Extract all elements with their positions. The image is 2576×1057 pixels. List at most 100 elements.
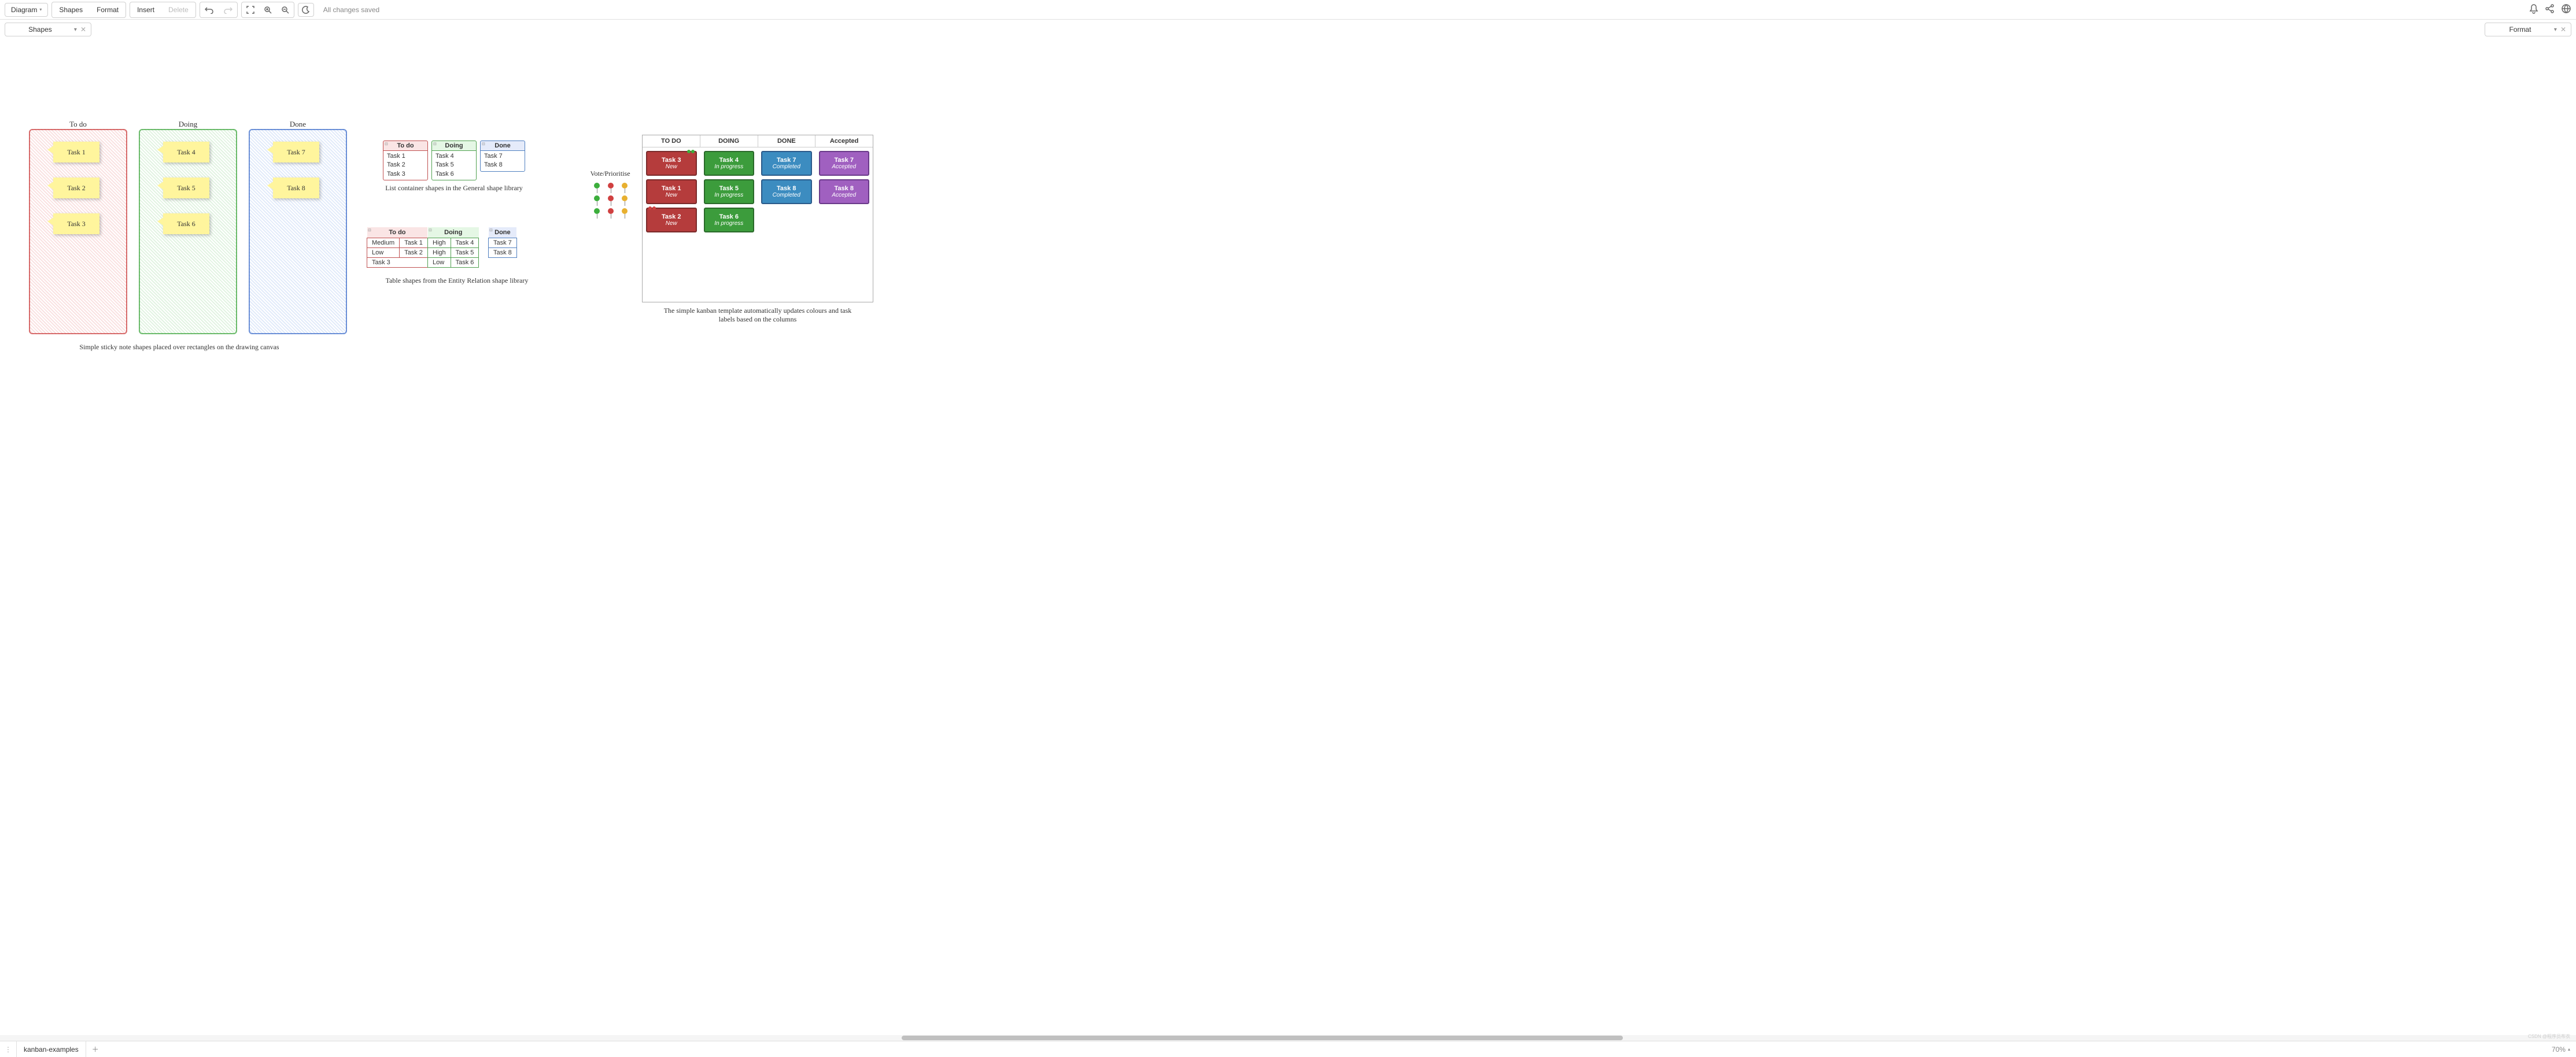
table-cell[interactable]: Task 2 (400, 248, 428, 258)
close-icon[interactable]: ✕ (2560, 25, 2566, 34)
delete-button[interactable]: Delete (163, 3, 194, 16)
sticky-column[interactable]: DoingTask 4Task 5Task 6 (139, 129, 237, 334)
table-cell[interactable]: Task 1 (400, 238, 428, 248)
card-status: Accepted (822, 192, 866, 198)
zoom-out-button[interactable] (278, 3, 293, 16)
dark-mode-button[interactable] (298, 3, 314, 17)
list-item[interactable]: Task 1 (387, 152, 424, 161)
insert-button[interactable]: Insert (131, 3, 160, 16)
zoom-in-button[interactable] (260, 3, 275, 16)
kanban-column[interactable]: Task 7AcceptedTask 8Accepted (815, 147, 873, 300)
scrollbar-thumb[interactable] (902, 1036, 1623, 1040)
format-button[interactable]: Format (91, 3, 124, 16)
pushpin-icon[interactable] (607, 208, 615, 219)
kanban-card[interactable]: Task 7Accepted (819, 151, 870, 176)
table-container[interactable]: ⊟DoneTask 7Task 8 (488, 227, 517, 258)
pushpin-icon[interactable] (621, 183, 629, 193)
table-cell[interactable]: High (428, 248, 451, 258)
sticky-note[interactable]: Task 1 (53, 142, 99, 162)
kanban-card[interactable]: Task 5In progress (704, 179, 755, 204)
zoom-indicator[interactable]: 70% ▴ (2546, 1045, 2576, 1054)
secondary-bar: Shapes ▾ ✕ Format ▾ ✕ (0, 20, 2576, 39)
kanban-card[interactable]: Task 6In progress (704, 208, 755, 232)
close-icon[interactable]: ✕ (80, 25, 86, 34)
list-item[interactable]: Task 2 (387, 161, 424, 169)
table-cell[interactable]: Medium (367, 238, 400, 248)
sticky-column[interactable]: To doTask 1Task 2Task 3 (29, 129, 127, 334)
pushpin-icon[interactable] (593, 195, 601, 206)
pushpin-icon[interactable] (593, 208, 601, 219)
kanban-card[interactable]: Task 8Accepted (819, 179, 870, 204)
list-item[interactable]: Task 5 (436, 161, 473, 169)
kanban-card[interactable]: Task 8Completed (761, 179, 812, 204)
list-item[interactable]: Task 4 (436, 152, 473, 161)
pushpin-icon[interactable] (621, 208, 629, 219)
globe-icon[interactable] (2561, 3, 2571, 16)
table-cell[interactable]: Task 3 (367, 258, 428, 268)
card-title: Task 2 (649, 213, 693, 220)
pushpin-icon[interactable] (593, 183, 601, 193)
list-item[interactable]: Task 3 (387, 170, 424, 179)
shapes-button[interactable]: Shapes (53, 3, 88, 16)
kanban-card[interactable]: Task 3New (646, 151, 697, 176)
horizontal-scrollbar[interactable] (0, 1035, 2576, 1041)
canvas-viewport[interactable]: To doTask 1Task 2Task 3DoingTask 4Task 5… (0, 39, 2576, 1041)
sticky-note[interactable]: Task 7 (273, 142, 319, 162)
kanban-card[interactable]: Task 7Completed (761, 151, 812, 176)
collapse-icon[interactable]: ⊟ (385, 142, 388, 146)
sticky-column[interactable]: DoneTask 7Task 8 (249, 129, 347, 334)
kanban-column[interactable]: Task 4In progress Task 5In progress Task 6… (700, 147, 758, 300)
tab-kanban-examples[interactable]: kanban-examples (16, 1041, 86, 1057)
list-container[interactable]: ⊟DoingTask 4Task 5Task 6 (431, 141, 477, 180)
table-cell[interactable]: Task 5 (451, 248, 479, 258)
kanban-card[interactable]: Task 4In progress (704, 151, 755, 176)
drag-handle-icon[interactable]: ⋮ (0, 1045, 16, 1054)
list-container[interactable]: ⊟To doTask 1Task 2Task 3 (383, 141, 428, 180)
table-cell[interactable]: Task 7 (489, 238, 517, 248)
kanban-template[interactable]: TO DODOINGDONEAccepted Task 3NewTask 1Ne… (642, 135, 873, 302)
kanban-column[interactable]: Task 3New Task 1New Task 2New (643, 147, 700, 300)
redo-button[interactable] (220, 3, 236, 16)
collapse-icon[interactable]: ⊟ (489, 228, 493, 232)
sticky-note[interactable]: Task 6 (163, 213, 209, 234)
kanban-card[interactable]: Task 1New (646, 179, 697, 204)
diagram-menu[interactable]: Diagram ▾ (5, 3, 48, 17)
collapse-icon[interactable]: ⊟ (429, 228, 432, 232)
sticky-note[interactable]: Task 5 (163, 178, 209, 198)
table-container[interactable]: ⊟To doMediumTask 1LowTask 2Task 3 (367, 227, 428, 268)
list-container[interactable]: ⊟DoneTask 7Task 8 (480, 141, 525, 172)
sticky-note[interactable]: Task 4 (163, 142, 209, 162)
table-cell[interactable]: Low (428, 258, 451, 268)
list-item[interactable]: Task 6 (436, 170, 473, 179)
fullscreen-button[interactable] (243, 3, 258, 16)
card-title: Task 8 (765, 185, 809, 192)
table-container[interactable]: ⊟DoingHighTask 4HighTask 5LowTask 6 (427, 227, 479, 268)
list-item[interactable]: Task 8 (484, 161, 521, 169)
drawing-canvas[interactable]: To doTask 1Task 2Task 3DoingTask 4Task 5… (0, 39, 1272, 502)
collapse-icon[interactable]: ⊟ (433, 142, 437, 146)
table-cell[interactable]: High (428, 238, 451, 248)
sticky-note[interactable]: Task 2 (53, 178, 99, 198)
sticky-note[interactable]: Task 8 (273, 178, 319, 198)
pushpin-icon[interactable] (607, 183, 615, 193)
card-pins (687, 150, 695, 153)
sticky-note[interactable]: Task 3 (53, 213, 99, 234)
share-icon[interactable] (2545, 3, 2555, 16)
list-item[interactable]: Task 7 (484, 152, 521, 161)
undo-button[interactable] (201, 3, 217, 16)
add-page-button[interactable]: ＋ (86, 1044, 105, 1054)
collapse-icon[interactable]: ⊟ (482, 142, 485, 146)
pushpin-icon[interactable] (607, 195, 615, 206)
format-panel-selector[interactable]: Format ▾ ✕ (2485, 23, 2571, 36)
table-cell[interactable]: Task 6 (451, 258, 479, 268)
table-cell[interactable]: Task 8 (489, 248, 517, 258)
shapes-panel-selector[interactable]: Shapes ▾ ✕ (5, 23, 91, 36)
kanban-column[interactable]: Task 7Completed Task 8Completed (758, 147, 815, 300)
pushpin-icon[interactable] (621, 195, 629, 206)
table-cell[interactable]: Low (367, 248, 400, 258)
kanban-card[interactable]: Task 2New (646, 208, 697, 232)
bell-icon[interactable] (2529, 3, 2539, 16)
card-title: Task 7 (822, 157, 866, 164)
collapse-icon[interactable]: ⊟ (368, 228, 371, 232)
table-cell[interactable]: Task 4 (451, 238, 479, 248)
